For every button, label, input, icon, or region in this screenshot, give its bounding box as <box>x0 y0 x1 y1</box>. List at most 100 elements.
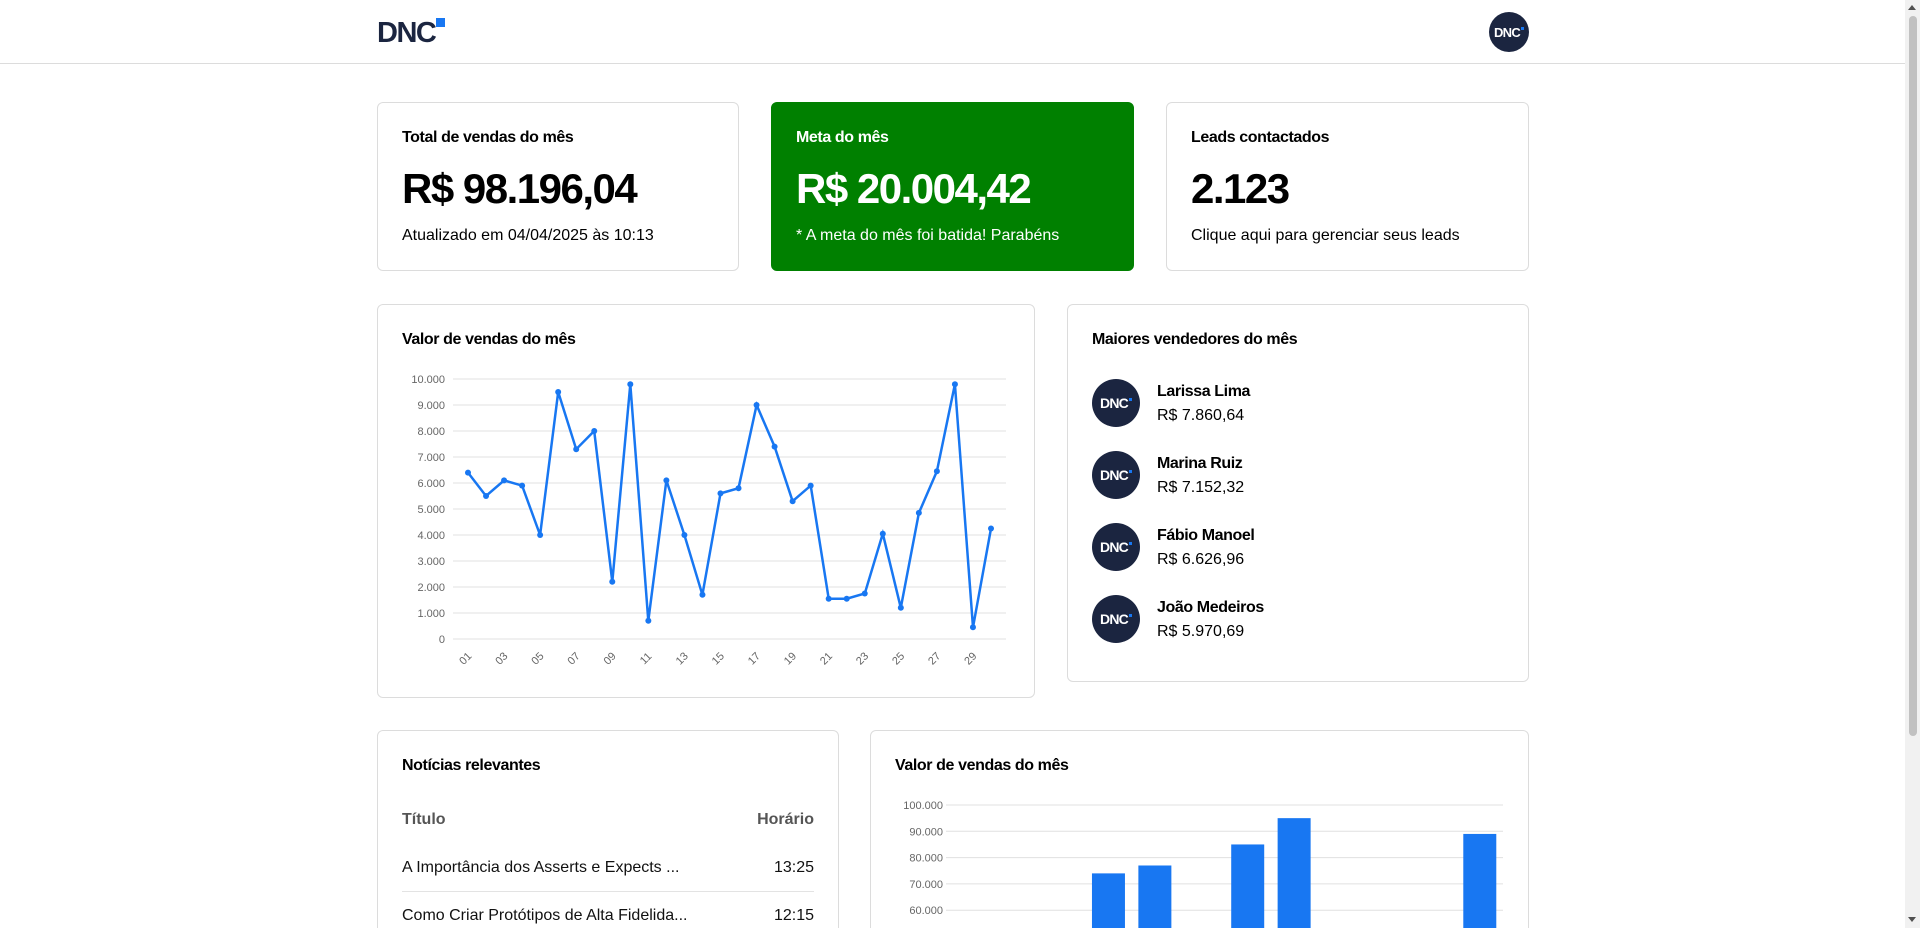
data-point <box>627 381 634 388</box>
x-tick-label: 21 <box>818 650 835 667</box>
kpi-title: Total de vendas do mês <box>402 129 574 146</box>
news-row[interactable]: A Importância dos Asserts e Expects ... … <box>402 859 814 877</box>
news-card: Notícias relevantes Título Horário A Imp… <box>377 730 839 928</box>
x-tick-label: 13 <box>674 650 691 667</box>
data-point <box>951 381 958 388</box>
seller-name: Larissa Lima <box>1157 383 1251 400</box>
news-divider <box>402 891 814 892</box>
y-tick-label: 1.000 <box>417 608 445 620</box>
logo-text: DNC <box>377 17 437 49</box>
bar <box>1138 865 1172 928</box>
data-point <box>988 525 994 532</box>
x-tick-label: 19 <box>782 650 799 667</box>
col-time-header: Horário <box>757 811 814 828</box>
avatar-dot-icon <box>1521 26 1525 30</box>
user-avatar[interactable]: DNC <box>1489 12 1529 52</box>
top-sellers-card: Maiores vendedores do mês DNC Larissa Li… <box>1067 304 1529 682</box>
avatar-dot-icon <box>1128 469 1132 473</box>
y-tick-label: 4.000 <box>417 530 445 542</box>
seller-avatar-text: DNC <box>1100 539 1129 555</box>
data-point <box>465 469 471 476</box>
x-tick-label: 01 <box>457 650 474 667</box>
y-tick-label: 80.000 <box>909 853 943 865</box>
y-tick-label: 7.000 <box>417 452 445 464</box>
kpi-value: R$ 20.004,42 <box>796 165 1032 212</box>
data-point <box>843 595 850 602</box>
data-point <box>717 490 724 497</box>
bar <box>1463 833 1497 928</box>
data-point <box>663 477 670 484</box>
data-point <box>573 446 580 453</box>
data-point <box>609 578 616 585</box>
bar <box>1231 844 1265 928</box>
scroll-thumb[interactable] <box>1909 16 1917 736</box>
y-tick-label: 6.000 <box>417 478 445 490</box>
kpi-leads-card[interactable]: Leads contactados 2.123 Clique aqui para… <box>1166 102 1529 271</box>
kpi-goal-card: Meta do mês R$ 20.004,42 * A meta do mês… <box>771 102 1134 271</box>
seller-value: R$ 5.970,69 <box>1157 623 1245 640</box>
scroll-up-arrow-icon[interactable] <box>1908 5 1916 10</box>
seller-name: João Medeiros <box>1157 599 1264 616</box>
avatar-dot-icon <box>1128 613 1132 617</box>
data-point <box>537 532 544 538</box>
kpi-subtitle: Atualizado em 04/04/2025 às 10:13 <box>402 227 654 244</box>
dnc-logo[interactable]: DNC <box>377 17 446 49</box>
seller-avatar: DNC <box>1092 523 1140 571</box>
seller-value: R$ 7.860,64 <box>1157 407 1245 424</box>
news-row-time: 12:15 <box>773 907 814 924</box>
bar-chart-card: Valor de vendas do mês 60.000 70.000 80.00… <box>870 730 1529 928</box>
x-tick-label: 05 <box>529 650 546 667</box>
manage-leads-link[interactable]: Clique aqui para gerenciar seus leads <box>1191 227 1460 245</box>
data-point <box>735 485 742 492</box>
seller-avatar: DNC <box>1092 379 1140 427</box>
news-row-time: 13:25 <box>773 859 814 876</box>
y-tick-label: 100.000 <box>903 800 943 812</box>
seller-value: R$ 7.152,32 <box>1157 479 1245 496</box>
news-row-title[interactable]: Como Criar Protótipos de Alta Fidelida..… <box>402 907 687 925</box>
x-tick-label: 09 <box>602 650 619 667</box>
y-tick-label: 8.000 <box>417 426 445 438</box>
data-point <box>771 443 778 450</box>
bar-chart: 60.000 70.000 80.000 90.000 100.000 <box>903 800 1503 928</box>
data-point <box>591 428 598 434</box>
seller-value: R$ 6.626,96 <box>1157 551 1245 568</box>
col-title-header: Título <box>402 811 446 828</box>
seller-name: Fábio Manoel <box>1157 527 1255 544</box>
data-point <box>699 591 706 598</box>
x-tick-label: 17 <box>746 650 763 667</box>
data-point <box>807 482 814 489</box>
x-tick-label: 15 <box>710 650 727 667</box>
data-point <box>555 389 562 395</box>
kpi-value: 2.123 <box>1191 165 1290 212</box>
data-point <box>753 402 760 408</box>
data-point <box>681 532 688 538</box>
x-tick-label: 29 <box>962 650 979 667</box>
x-tick-label: 11 <box>638 651 655 668</box>
seller-avatar-text: DNC <box>1100 395 1129 411</box>
data-point <box>933 468 940 475</box>
sellers-title: Maiores vendedores do mês <box>1092 331 1298 348</box>
line-chart-card: Valor de vendas do mês 0 1.000 2.000 3.000 4… <box>377 304 1035 698</box>
bar <box>1277 818 1311 928</box>
data-point <box>789 498 796 505</box>
avatar-dot-icon <box>1128 397 1132 401</box>
x-tick-label: 03 <box>493 650 510 667</box>
top-bar: DNC DNC <box>0 0 1905 64</box>
kpi-subtitle: * A meta do mês foi batida! Parabéns <box>796 227 1060 244</box>
y-tick-label: 3.000 <box>417 556 445 568</box>
news-row-title[interactable]: A Importância dos Asserts e Expects ... <box>402 859 679 877</box>
scroll-down-arrow-icon[interactable] <box>1908 917 1916 922</box>
x-tick-label: 25 <box>890 650 907 667</box>
bar <box>1091 873 1125 928</box>
y-tick-label: 90.000 <box>909 826 943 838</box>
page-scrollbar[interactable] <box>1905 0 1920 928</box>
y-tick-label: 60.000 <box>909 905 943 917</box>
y-tick-label: 9.000 <box>417 400 445 412</box>
seller-avatar: DNC <box>1092 451 1140 499</box>
x-tick-label: 07 <box>566 650 583 667</box>
data-point <box>501 477 508 484</box>
data-point <box>897 604 904 611</box>
data-point <box>879 530 886 537</box>
news-row[interactable]: Como Criar Protótipos de Alta Fidelida..… <box>402 907 814 925</box>
data-point <box>645 617 652 624</box>
